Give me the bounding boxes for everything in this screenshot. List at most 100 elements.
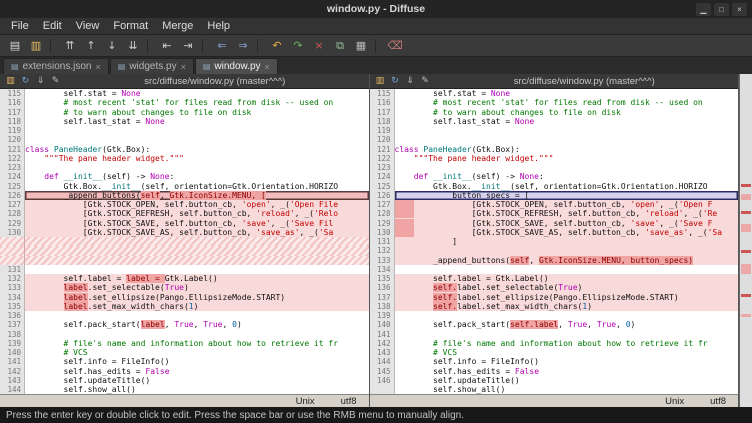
code-line[interactable]: 115 self.stat = None [370, 89, 739, 98]
code-line[interactable]: 121class PaneHeader(Gtk.Box): [370, 145, 739, 154]
code-line[interactable]: 122 """The pane header widget.""" [370, 154, 739, 163]
code-line[interactable]: 117 # to warn about changes to file on d… [370, 108, 739, 117]
code-line[interactable]: 126 _append_buttons(self, Gtk.IconSize.M… [0, 191, 369, 200]
code-line[interactable]: 116 # most recent 'stat' for files read … [370, 98, 739, 107]
code-line[interactable]: 135 label.set_max_width_chars(1) [0, 302, 369, 311]
code-line[interactable]: 116 # most recent 'stat' for files read … [0, 98, 369, 107]
code-line[interactable]: 138 [0, 330, 369, 339]
tab-window.py[interactable]: ▤window.py× [195, 58, 278, 74]
menu-help[interactable]: Help [200, 19, 237, 33]
code-line[interactable]: 137 self.pack_start(label, True, True, 0… [0, 320, 369, 329]
save-as-file-icon[interactable]: ✎ [419, 76, 432, 86]
diff-map[interactable] [739, 74, 752, 407]
redo-button[interactable]: ↷ [288, 37, 308, 55]
open-file-icon[interactable]: ▥ [4, 76, 17, 86]
code-line[interactable]: 121class PaneHeader(Gtk.Box): [0, 145, 369, 154]
code-line[interactable]: 134 label.set_ellipsize(Pango.EllipsizeM… [0, 293, 369, 302]
close-tab-icon[interactable]: × [181, 62, 186, 72]
code-line[interactable]: 130 [Gtk.STOCK_SAVE_AS, self.button_cb, … [370, 228, 739, 237]
code-line[interactable]: 136 [0, 311, 369, 320]
save-file-icon[interactable]: ⇓ [404, 76, 417, 86]
code-line[interactable]: 139 [370, 311, 739, 320]
copy-selection-right-button[interactable]: ⇒ [233, 37, 253, 55]
code-line[interactable]: 144 self.info = FileInfo() [370, 357, 739, 366]
open-file-button[interactable]: ▥ [26, 37, 46, 55]
code-line[interactable] [0, 246, 369, 255]
editor[interactable]: 115 self.stat = None116 # most recent 's… [0, 89, 369, 394]
last-difference-button[interactable]: ⇊ [123, 37, 143, 55]
save-file-icon[interactable]: ⇓ [34, 76, 47, 86]
new-file-button[interactable]: ▤ [5, 37, 25, 55]
menu-format[interactable]: Format [106, 19, 155, 33]
code-line[interactable]: 133 label.set_selectable(True) [0, 283, 369, 292]
code-line[interactable]: 134 [370, 265, 739, 274]
close-tab-icon[interactable]: × [265, 62, 270, 72]
copy-button[interactable]: ⧉ [330, 37, 350, 55]
menu-file[interactable]: File [4, 19, 36, 33]
code-line[interactable]: 138 self.label.set_max_width_chars(1) [370, 302, 739, 311]
code-line[interactable]: 141 [370, 330, 739, 339]
code-line[interactable]: 127 [Gtk.STOCK_OPEN, self.button_cb, 'op… [0, 200, 369, 209]
copy-selection-left-button[interactable]: ⇐ [212, 37, 232, 55]
shift-pane-left-button[interactable]: ⇤ [157, 37, 177, 55]
code-line[interactable]: 129 [Gtk.STOCK_SAVE, self.button_cb, 'sa… [0, 219, 369, 228]
code-line[interactable]: 120 [0, 135, 369, 144]
code-line[interactable]: 137 self.label.set_ellipsize(Pango.Ellip… [370, 293, 739, 302]
menu-view[interactable]: View [69, 19, 107, 33]
code-line[interactable]: 140 self.pack_start(self.label, True, Tr… [370, 320, 739, 329]
code-line[interactable]: 140 # VCS [0, 348, 369, 357]
code-line[interactable]: 129 [Gtk.STOCK_SAVE, self.button_cb, 'sa… [370, 219, 739, 228]
code-line[interactable]: 142 # file's name and information about … [370, 339, 739, 348]
code-line[interactable]: 123 [0, 163, 369, 172]
tab-widgets.py[interactable]: ▤widgets.py× [110, 58, 194, 74]
save-as-file-icon[interactable]: ✎ [49, 76, 62, 86]
close-tab-icon[interactable]: × [96, 62, 101, 72]
code-line[interactable] [0, 256, 369, 265]
code-line[interactable]: 131 [0, 265, 369, 274]
undo-button[interactable]: ↶ [267, 37, 287, 55]
shift-pane-right-button[interactable]: ⇥ [178, 37, 198, 55]
code-line[interactable]: 115 self.stat = None [0, 89, 369, 98]
code-line[interactable]: 142 self.has_edits = False [0, 367, 369, 376]
code-line[interactable]: 123 [370, 163, 739, 172]
code-line[interactable]: 133 _append_buttons(self, Gtk.IconSize.M… [370, 256, 739, 265]
code-line[interactable]: 132 self.label = label = Gtk.Label() [0, 274, 369, 283]
code-line[interactable]: 135 self.label = Gtk.Label() [370, 274, 739, 283]
menu-edit[interactable]: Edit [36, 19, 69, 33]
code-line[interactable]: 132 [370, 246, 739, 255]
code-line[interactable]: 143 self.updateTitle() [0, 376, 369, 385]
code-line[interactable]: 118 self.last_stat = None [370, 117, 739, 126]
code-line[interactable]: 143 # VCS [370, 348, 739, 357]
code-line[interactable]: self.show_all() [370, 385, 739, 394]
code-line[interactable]: 131 ] [370, 237, 739, 246]
code-line[interactable]: 139 # file's name and information about … [0, 339, 369, 348]
reload-file-icon[interactable]: ↻ [389, 76, 402, 86]
code-line[interactable]: 125 Gtk.Box.__init__(self, orientation=G… [370, 182, 739, 191]
close-button[interactable]: × [732, 3, 747, 16]
clear-edits-button[interactable]: ⌫ [385, 37, 405, 55]
code-line[interactable]: 124 def __init__(self) -> None: [370, 172, 739, 181]
first-difference-button[interactable]: ⇈ [60, 37, 80, 55]
code-line[interactable]: 118 self.last_stat = None [0, 117, 369, 126]
code-line[interactable]: 124 def __init__(self) -> None: [0, 172, 369, 181]
code-line[interactable]: 128 [Gtk.STOCK_REFRESH, self.button_cb, … [370, 209, 739, 218]
reload-file-icon[interactable]: ↻ [19, 76, 32, 86]
editor[interactable]: 115 self.stat = None116 # most recent 's… [370, 89, 739, 394]
code-line[interactable]: 141 self.info = FileInfo() [0, 357, 369, 366]
menu-merge[interactable]: Merge [155, 19, 200, 33]
code-line[interactable]: 144 self.show_all() [0, 385, 369, 394]
code-line[interactable]: 130 [Gtk.STOCK_SAVE_AS, self.button_cb, … [0, 228, 369, 237]
code-line[interactable]: 126 button_specs = [ [370, 191, 739, 200]
code-line[interactable]: 117 # to warn about changes to file on d… [0, 108, 369, 117]
code-line[interactable]: 125 Gtk.Box.__init__(self, orientation=G… [0, 182, 369, 191]
code-line[interactable]: 145 self.has_edits = False [370, 367, 739, 376]
code-line[interactable] [0, 237, 369, 246]
minimize-button[interactable]: ▁ [696, 3, 711, 16]
code-line[interactable]: 128 [Gtk.STOCK_REFRESH, self.button_cb, … [0, 209, 369, 218]
code-line[interactable]: 136 self.label.set_selectable(True) [370, 283, 739, 292]
cut-button[interactable]: × [309, 37, 329, 55]
code-line[interactable]: 120 [370, 135, 739, 144]
code-line[interactable]: 146 self.updateTitle() [370, 376, 739, 385]
code-line[interactable]: 119 [0, 126, 369, 135]
paste-button[interactable]: ▦ [351, 37, 371, 55]
